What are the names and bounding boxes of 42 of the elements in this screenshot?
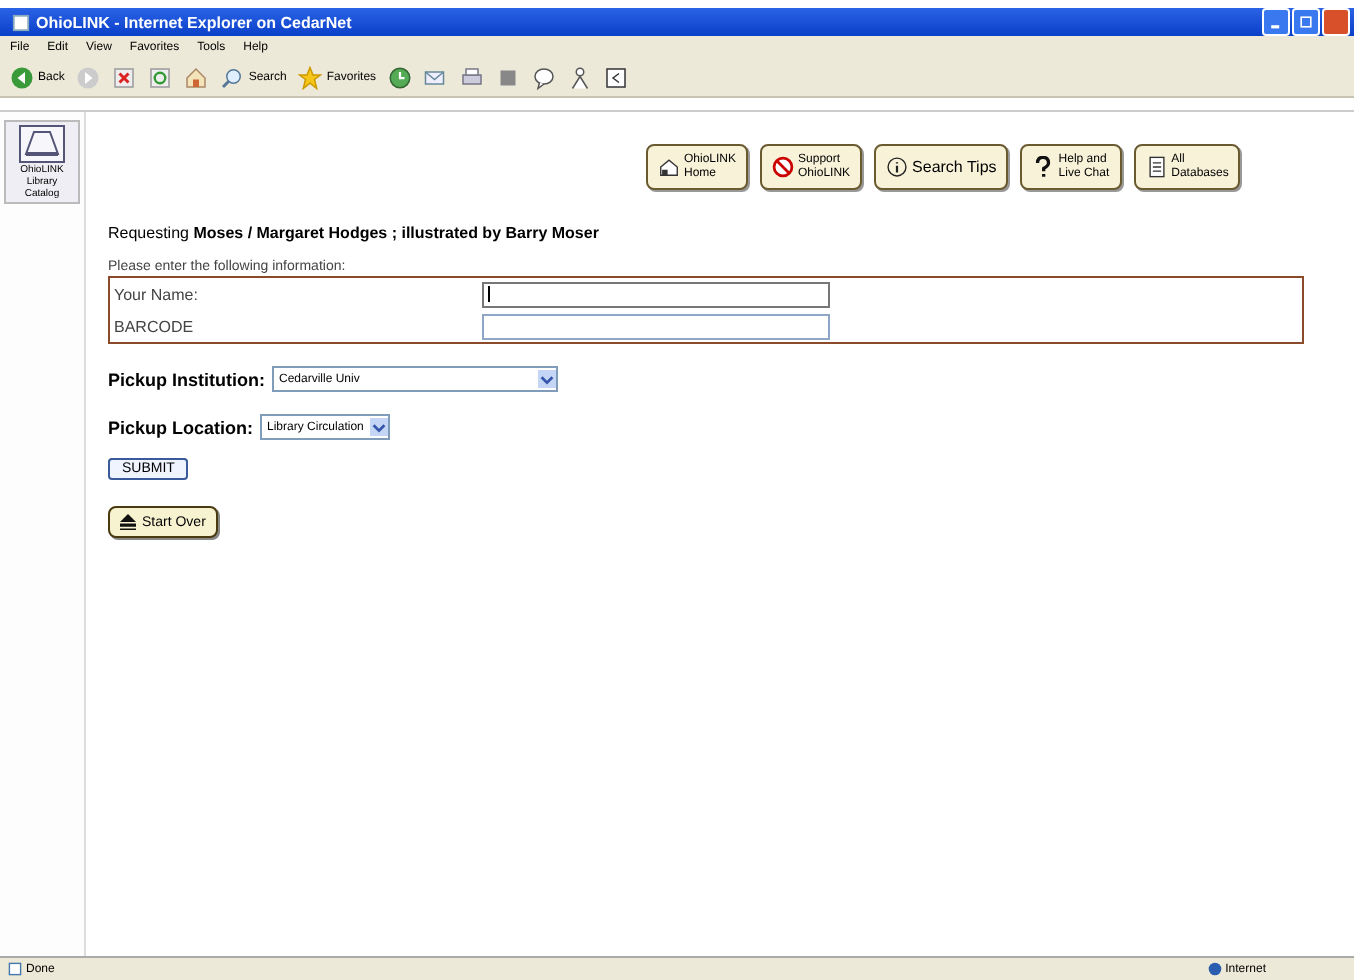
toolbar-button[interactable] [112, 65, 137, 89]
stop-icon [112, 65, 137, 89]
list-icon [1145, 156, 1168, 178]
close-button[interactable] [1322, 8, 1350, 36]
requesting-text: Requesting Moses / Margaret Hodges ; illustrated by Barry Moser [108, 224, 601, 242]
maximize-button[interactable] [1292, 8, 1320, 36]
book-icon [18, 124, 66, 164]
toolbar-button[interactable] [532, 65, 557, 89]
info-icon [886, 156, 909, 178]
dropdown-arrow-icon [369, 418, 388, 436]
input-field[interactable] [482, 281, 830, 307]
toolbar-button[interactable] [568, 65, 593, 89]
window-title: OhioLINK - Internet Explorer on CedarNet [36, 13, 352, 31]
page-icon [8, 962, 22, 976]
favorites-icon [298, 65, 323, 89]
page-icon [12, 13, 30, 31]
home-icon [184, 65, 209, 89]
restore-icon [1298, 14, 1314, 30]
search-icon [220, 65, 245, 89]
field-label: BARCODE [112, 317, 196, 335]
dropdown-arrow-icon [537, 370, 555, 388]
select-label: Pickup Institution: [108, 369, 265, 389]
field-label: Your Name: [112, 285, 200, 303]
input-field[interactable] [482, 313, 830, 339]
toolbar-button[interactable] [460, 65, 485, 89]
stacked-arrow-icon [120, 514, 136, 530]
history-icon [388, 65, 413, 89]
question-icon [1032, 156, 1055, 178]
forward-icon [76, 65, 101, 89]
prohibited-icon [772, 156, 795, 178]
globe-icon [1207, 962, 1222, 976]
mail-icon [424, 65, 449, 89]
back-icon [10, 65, 34, 89]
messenger-icon [568, 65, 593, 89]
print-icon [460, 65, 485, 89]
toolbar-button[interactable] [388, 65, 413, 89]
refresh-icon [148, 65, 173, 89]
minimize-button[interactable] [1262, 8, 1290, 36]
nav-button[interactable]: Search Tips [874, 144, 1009, 190]
house-icon [658, 156, 680, 178]
select-label: Pickup Location: [108, 417, 254, 437]
discuss-icon [532, 65, 557, 89]
